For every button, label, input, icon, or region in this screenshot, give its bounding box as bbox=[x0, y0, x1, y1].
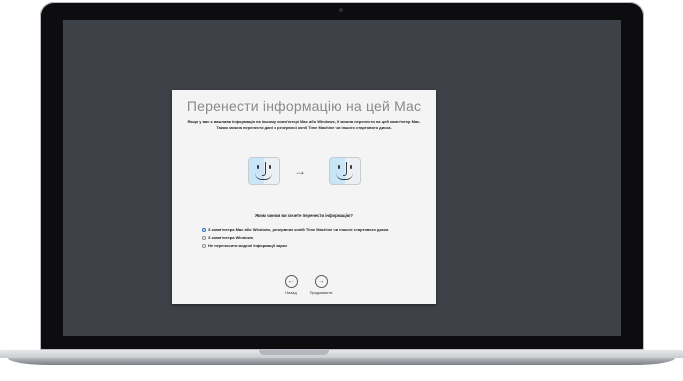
opening-notch bbox=[259, 350, 329, 355]
radio-button[interactable] bbox=[202, 243, 206, 248]
dialog-title: Перенести інформацію на цей Mac bbox=[186, 98, 422, 114]
dialog-subtitle: Якщо у вас є важлива інформація на іншом… bbox=[187, 119, 421, 130]
screen: Перенести інформацію на цей Mac Якщо у в… bbox=[63, 20, 621, 336]
laptop-base bbox=[0, 350, 683, 366]
camera bbox=[339, 8, 343, 12]
transfer-question: Яким чином ви хочете перенести інформаці… bbox=[255, 213, 353, 218]
radio-button[interactable] bbox=[202, 235, 206, 240]
arrow-right-icon: → bbox=[294, 164, 306, 178]
option-label: Не переносити жодної інформації зараз bbox=[208, 243, 287, 248]
laptop-lid: Перенести інформацію на цей Mac Якщо у в… bbox=[40, 2, 644, 350]
option-label: З комп'ютера Mac або Windows, резервних … bbox=[208, 227, 389, 232]
option-do-not-transfer[interactable]: Не переносити жодної інформації зараз bbox=[202, 243, 287, 248]
arrow-left-circle-icon[interactable]: ← bbox=[284, 275, 298, 288]
base-top bbox=[0, 350, 683, 358]
option-windows[interactable]: З комп'ютера Windows bbox=[202, 235, 253, 240]
finder-icon bbox=[329, 157, 361, 185]
option-mac-or-windows[interactable]: З комп'ютера Mac або Windows, резервних … bbox=[202, 227, 388, 232]
migration-assistant-dialog: Перенести інформацію на цей Mac Якщо у в… bbox=[172, 90, 436, 304]
continue-button[interactable]: → Продовжити bbox=[301, 275, 341, 295]
arrow-right-circle-icon[interactable]: → bbox=[314, 275, 328, 288]
option-label: З комп'ютера Windows bbox=[208, 235, 254, 240]
finder-icon bbox=[248, 157, 280, 185]
base-bottom bbox=[8, 358, 675, 365]
radio-button[interactable] bbox=[202, 227, 206, 232]
continue-label: Продовжити bbox=[309, 290, 333, 295]
